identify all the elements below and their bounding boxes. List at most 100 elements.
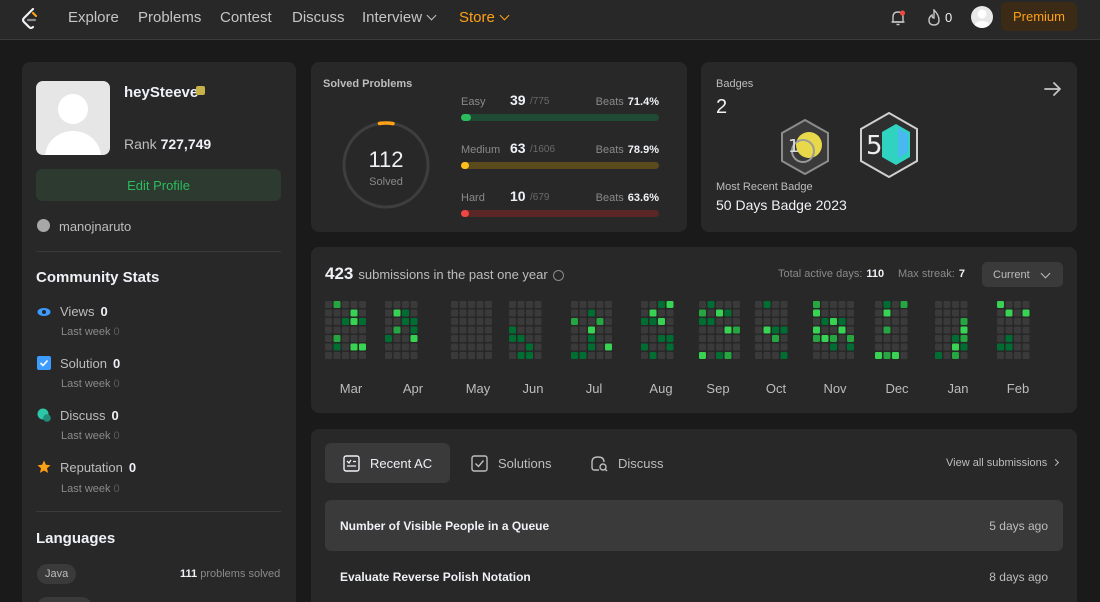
heatmap-cell[interactable] [943,326,951,334]
heatmap-cell[interactable] [707,326,715,334]
heatmap-cell[interactable] [468,335,475,342]
heatmap-cell[interactable] [838,318,846,325]
heatmap-cell[interactable] [763,309,771,317]
heatmap-cell[interactable] [402,352,409,359]
heatmap-cell[interactable] [1005,301,1013,308]
nav-interview[interactable]: Interview [362,9,437,26]
heatmap-cell[interactable] [641,335,648,342]
heatmap-cell[interactable] [451,352,458,359]
heatmap-cell[interactable] [410,318,418,325]
heatmap-cell[interactable] [596,343,604,351]
heatmap-cell[interactable] [641,309,648,317]
heatmap-cell[interactable] [526,301,533,308]
heatmap-cell[interactable] [649,318,657,325]
heatmap-cell[interactable] [658,309,665,317]
heatmap-cell[interactable] [813,343,820,351]
heatmap-cell[interactable] [658,335,665,342]
heatmap-cell[interactable] [755,326,762,334]
heatmap-cell[interactable] [393,335,401,342]
heatmap-cell[interactable] [350,326,358,334]
heatmap-cell[interactable] [509,309,516,317]
heatmap-cell[interactable] [641,352,648,359]
heatmap-cell[interactable] [410,335,418,342]
heatmap-cell[interactable] [813,335,820,342]
heatmap-cell[interactable] [838,352,846,359]
heatmap-cell[interactable] [1014,335,1021,342]
heatmap-cell[interactable] [935,309,942,317]
heatmap-cell[interactable] [935,326,942,334]
heatmap-cell[interactable] [875,309,882,317]
heatmap-cell[interactable] [410,309,418,317]
heatmap-cell[interactable] [943,309,951,317]
heatmap-cell[interactable] [451,326,458,334]
heatmap-cell[interactable] [875,318,882,325]
heatmap-cell[interactable] [724,309,732,317]
nav-problems[interactable]: Problems [138,9,201,26]
heatmap-cell[interactable] [402,309,409,317]
heatmap-cell[interactable] [780,335,788,342]
heatmap-cell[interactable] [393,309,401,317]
heatmap-cell[interactable] [468,343,475,351]
heatmap-cell[interactable] [451,318,458,325]
heatmap-cell[interactable] [333,309,341,317]
heatmap-cell[interactable] [883,301,891,308]
heatmap-cell[interactable] [733,318,740,325]
nav-discuss[interactable]: Discuss [292,9,345,26]
heatmap-cell[interactable] [393,326,401,334]
heatmap-cell[interactable] [476,309,484,317]
heatmap-cell[interactable] [451,343,458,351]
heatmap-cell[interactable] [847,301,854,308]
heatmap-cell[interactable] [943,352,951,359]
heatmap-cell[interactable] [699,352,706,359]
heatmap-cell[interactable] [892,326,899,334]
heatmap-cell[interactable] [468,318,475,325]
heatmap-cell[interactable] [772,309,779,317]
heatmap-cell[interactable] [952,318,959,325]
heatmap-cell[interactable] [526,309,533,317]
heatmap-cell[interactable] [1005,343,1013,351]
heatmap-cell[interactable] [838,343,846,351]
heatmap-cell[interactable] [772,326,779,334]
heatmap-cell[interactable] [451,335,458,342]
heatmap-cell[interactable] [485,326,492,334]
heatmap-cell[interactable] [649,335,657,342]
heatmap-cell[interactable] [485,343,492,351]
heatmap-cell[interactable] [641,318,648,325]
heatmap-cell[interactable] [526,326,533,334]
heatmap-cell[interactable] [821,343,829,351]
heatmap-cell[interactable] [900,309,908,317]
heatmap-cell[interactable] [359,309,366,317]
heatmap-cell[interactable] [588,343,595,351]
heatmap-cell[interactable] [755,352,762,359]
heatmap-cell[interactable] [699,326,706,334]
heatmap-cell[interactable] [641,343,648,351]
heatmap-cell[interactable] [459,343,467,351]
heatmap-cell[interactable] [641,301,648,308]
heatmap-cell[interactable] [830,343,837,351]
heatmap-cell[interactable] [900,343,908,351]
heatmap-cell[interactable] [935,318,942,325]
heatmap-cell[interactable] [526,318,533,325]
heatmap-cell[interactable] [658,318,665,325]
view-all-submissions-link[interactable]: View all submissions [946,457,1060,469]
heatmap-cell[interactable] [459,326,467,334]
heatmap-cell[interactable] [733,326,740,334]
heatmap-cell[interactable] [724,352,732,359]
heatmap-cell[interactable] [699,343,706,351]
heatmap-cell[interactable] [385,309,392,317]
heatmap-cell[interactable] [649,352,657,359]
heatmap-cell[interactable] [952,352,959,359]
heatmap-cell[interactable] [892,343,899,351]
heatmap-cell[interactable] [402,318,409,325]
heatmap-cell[interactable] [451,309,458,317]
heatmap-cell[interactable] [579,301,587,308]
heatmap-cell[interactable] [883,318,891,325]
heatmap-cell[interactable] [1022,309,1030,317]
heatmap-cell[interactable] [476,352,484,359]
heatmap-cell[interactable] [997,343,1004,351]
heatmap-cell[interactable] [733,343,740,351]
heatmap-cell[interactable] [960,343,968,351]
heatmap-cell[interactable] [476,301,484,308]
heatmap-cell[interactable] [666,326,674,334]
heatmap-cell[interactable] [459,335,467,342]
